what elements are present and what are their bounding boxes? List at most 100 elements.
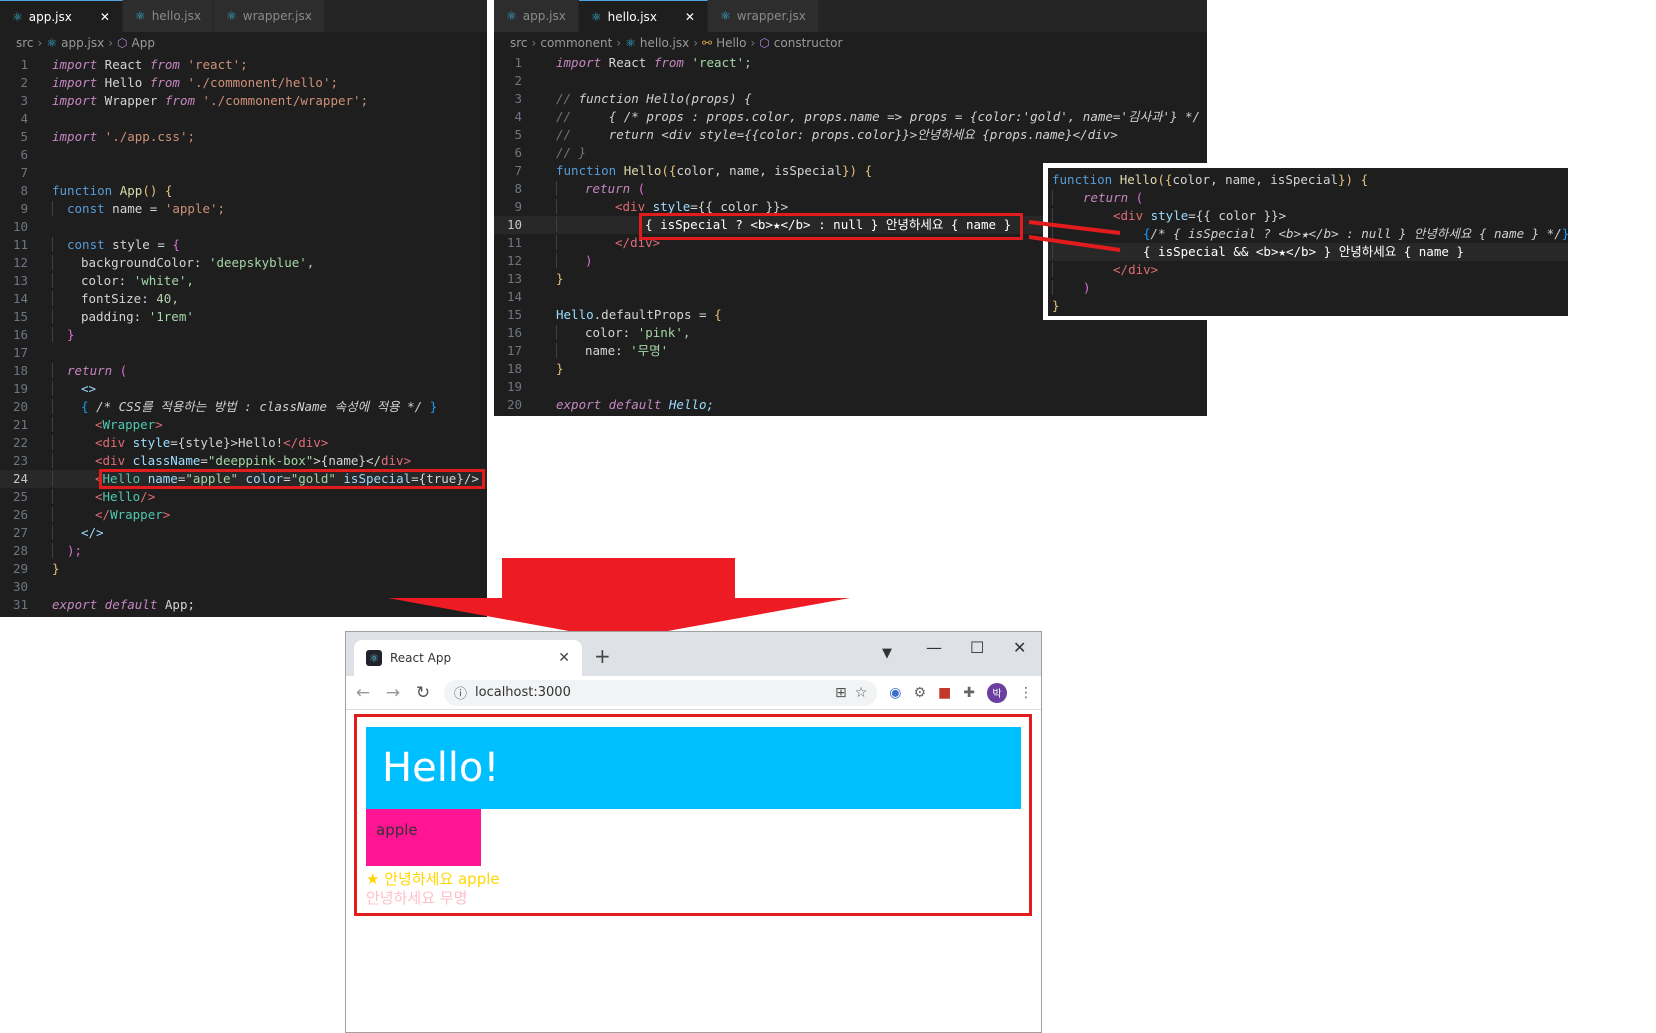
maximize-icon[interactable]: ☐ [970, 638, 984, 657]
tab-app-jsx[interactable]: ⚛ app.jsx ✕ [0, 0, 123, 32]
code-line: 26 </Wrapper> [0, 506, 487, 524]
translate-icon[interactable]: ⊞ [835, 685, 847, 701]
close-icon[interactable]: ✕ [685, 10, 695, 24]
line-number: 31 [12, 597, 28, 612]
line-number: 9 [20, 201, 28, 216]
code-line: 22 <div style={style}>Hello!</div> [0, 434, 487, 452]
code-line: 7 [0, 164, 487, 182]
line-number: 4 [514, 109, 522, 124]
code-line: 16 color: 'pink', [494, 324, 1207, 342]
line-number: 17 [506, 343, 522, 358]
hello-styled-div: Hello! [366, 727, 1021, 809]
code-line: 3// function Hello(props) { [494, 90, 1207, 108]
code-area[interactable]: 1 import React from 'react'; 2 import Hell… [0, 54, 487, 614]
code-line: 30 [0, 578, 487, 596]
page-viewport: Hello! apple ★ 안녕하세요 apple 안녕하세요 무명 [346, 710, 1041, 1031]
tab-app-jsx[interactable]: ⚛ app.jsx [494, 0, 579, 32]
tab-hello-jsx[interactable]: ⚛ hello.jsx ✕ [578, 0, 708, 32]
line-number: 2 [514, 73, 522, 88]
line-number: 12 [506, 253, 522, 268]
react-file-icon: ⚛ [134, 9, 146, 23]
chevron-right-icon: › [693, 36, 698, 50]
line-number: 13 [12, 273, 28, 288]
line-number: 25 [12, 489, 28, 504]
extension-icon[interactable]: ■ [938, 685, 951, 701]
code-line: 6 [0, 146, 487, 164]
close-icon[interactable]: ✕ [100, 10, 110, 24]
info-icon[interactable]: ⓘ [454, 683, 467, 702]
browser-tab-title: React App [390, 651, 452, 665]
back-arrow-icon[interactable]: ← [354, 683, 372, 703]
code-line: 6// } [494, 144, 1207, 162]
line-number: 30 [12, 579, 28, 594]
line-number: 21 [12, 417, 28, 432]
code-line: 12 backgroundColor: 'deepskyblue', [0, 254, 487, 272]
breadcrumb-item[interactable]: constructor [774, 36, 843, 50]
tab-label: hello.jsx [607, 9, 657, 24]
code-line: 18 return ( [0, 362, 487, 380]
reload-icon[interactable]: ↻ [414, 683, 432, 703]
code-line: 5 import './app.css'; [0, 128, 487, 146]
breadcrumb-item[interactable]: src [510, 36, 528, 50]
line-number: 6 [20, 147, 28, 162]
code-line: 20{ /* CSS를 적용하는 방법 : className 속성에 적용 *… [0, 398, 487, 416]
star-icon[interactable]: ☆ [855, 685, 868, 701]
browser-tab[interactable]: ⚛ React App ✕ [354, 640, 582, 676]
line-number: 13 [506, 271, 522, 286]
line-number: 19 [12, 381, 28, 396]
line-number: 10 [506, 217, 522, 232]
react-file-icon: ⚛ [12, 9, 23, 24]
breadcrumb: src › commonent › ⚛ hello.jsx › ⚯ Hello … [494, 32, 1207, 54]
code-line: 28); [0, 542, 487, 560]
react-file-icon: ⚛ [719, 9, 731, 23]
puzzle-icon[interactable]: ✚ [963, 685, 975, 701]
browser-window: ⚛ React App ✕ + ▼ — ☐ ✕ ← → ↻ ⓘ localhos… [345, 631, 1042, 1033]
new-tab-button[interactable]: + [594, 644, 611, 668]
minimize-icon[interactable]: — [926, 638, 942, 657]
breadcrumb-item[interactable]: Hello [716, 36, 746, 50]
line-number: 26 [12, 507, 28, 522]
line-number: 8 [514, 181, 522, 196]
code-line: 10 [0, 218, 487, 236]
close-icon[interactable]: ✕ [558, 650, 570, 666]
line-number: 20 [12, 399, 28, 414]
line-number: 6 [514, 145, 522, 160]
browser-toolbar: ← → ↻ ⓘ localhost:3000 ⊞ ☆ ◉ ⚙ ■ ✚ 박 ⋮ [346, 676, 1041, 710]
special-greeting-text: 안녕하세요 apple [379, 870, 500, 888]
breadcrumb-item[interactable]: app.jsx [61, 36, 104, 50]
code-line: 18} [494, 360, 1207, 378]
chevron-right-icon: › [108, 36, 114, 50]
tab-wrapper-jsx[interactable]: ⚛ wrapper.jsx [213, 0, 325, 32]
address-text[interactable]: localhost:3000 [475, 685, 571, 700]
code-line: 14 fontSize: 40, [0, 290, 487, 308]
forward-arrow-icon[interactable]: → [384, 683, 402, 703]
code-line: <div style={{ color }}> [1048, 207, 1568, 225]
tab-label: wrapper.jsx [242, 9, 312, 23]
line-number: 4 [20, 111, 28, 126]
react-file-icon: ⚛ [625, 36, 636, 50]
code-line: 20 export default Hello; [494, 396, 1207, 414]
breadcrumb-item[interactable]: App [132, 36, 155, 50]
window-close-icon[interactable]: ✕ [1013, 638, 1026, 657]
special-greeting: ★ 안녕하세요 apple [366, 868, 500, 889]
code-line: 24 <Hello name="apple" color="gold" isSpe… [0, 470, 487, 488]
code-line: { isSpecial && <b>★</b> } 안녕하세요 { name } [1048, 243, 1568, 261]
address-bar[interactable]: ⓘ localhost:3000 ⊞ ☆ [444, 679, 878, 706]
menu-dots-icon[interactable]: ⋮ [1019, 685, 1033, 701]
line-number: 3 [20, 93, 28, 108]
editor-tab-bar: ⚛ app.jsx ⚛ hello.jsx ✕ ⚛ wrapper.jsx [494, 0, 1207, 32]
breadcrumb-item[interactable]: hello.jsx [640, 36, 689, 50]
code-line: 3 import Wrapper from './commonent/wrappe… [0, 92, 487, 110]
extension-icon[interactable]: ◉ [889, 685, 901, 701]
profile-dropdown-icon[interactable]: ▼ [882, 646, 892, 661]
line-number: 18 [506, 361, 522, 376]
tab-wrapper-jsx[interactable]: ⚛ wrapper.jsx [707, 0, 819, 32]
tab-hello-jsx[interactable]: ⚛ hello.jsx [122, 0, 214, 32]
extension-icon[interactable]: ⚙ [913, 685, 926, 701]
line-number: 19 [506, 379, 522, 394]
breadcrumb-item[interactable]: src [16, 36, 34, 50]
avatar[interactable]: 박 [987, 682, 1007, 703]
breadcrumb-item[interactable]: commonent [540, 36, 612, 50]
code-line: 2 [494, 72, 1207, 90]
left-code-editor: ⚛ app.jsx ✕ ⚛ hello.jsx ⚛ wrapper.jsx sr… [0, 0, 487, 617]
